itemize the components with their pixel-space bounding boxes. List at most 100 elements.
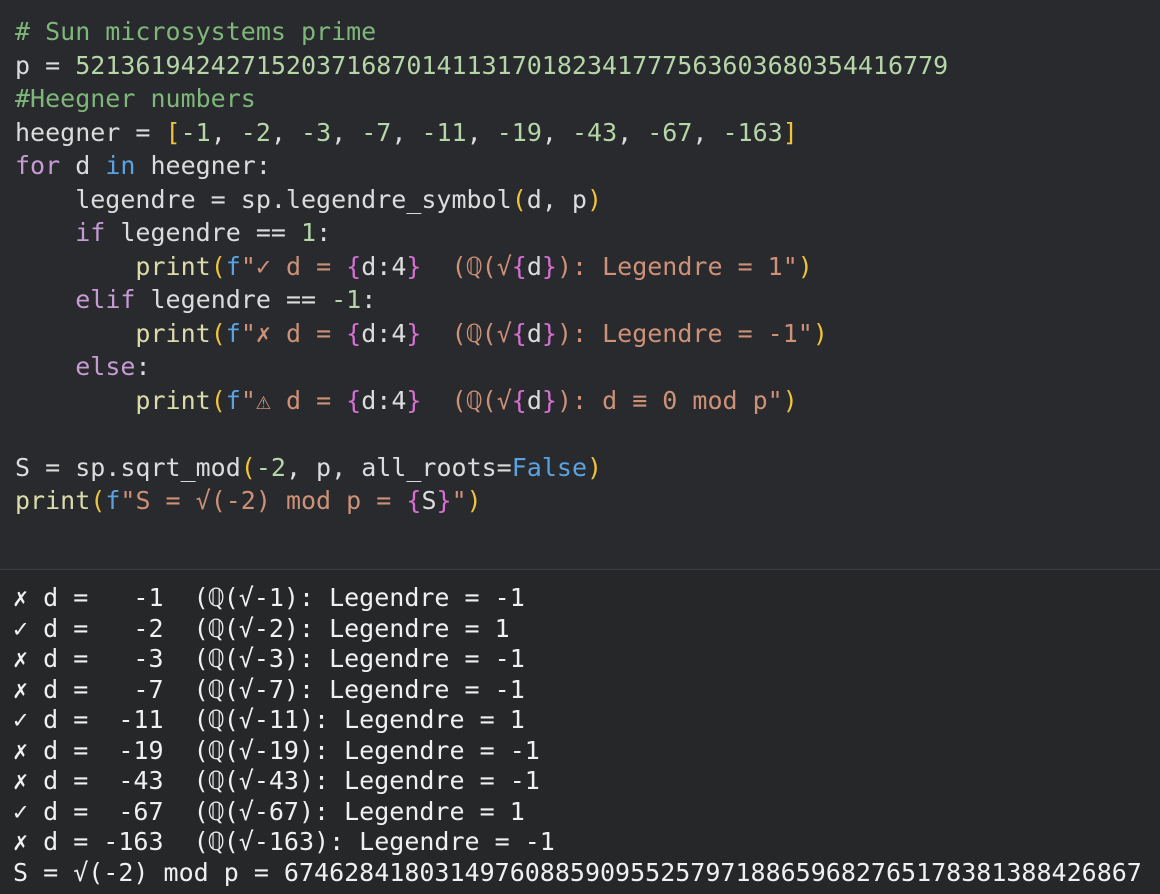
code-token: d (526, 318, 542, 348)
code-token: ): d ≡ 0 mod p" (556, 385, 783, 415)
code-token: -11 (421, 117, 467, 147)
code-line[interactable]: for d in heegner: (15, 149, 1160, 183)
output-line: S = √(-2) mod p = 6746284180314976088590… (13, 857, 1142, 887)
code-token: ( (210, 318, 226, 348)
code-line[interactable] (15, 417, 1160, 451)
code-token: , (270, 117, 302, 147)
code-token: , p, all_roots= (285, 452, 512, 482)
code-token: " (451, 486, 467, 515)
code-token: for (15, 151, 61, 180)
code-token: } (541, 318, 557, 348)
code-token: ( (511, 184, 527, 214)
code-token: ( (90, 486, 106, 515)
code-token: f (225, 251, 241, 281)
code-token: , (617, 117, 648, 147)
code-token: { (511, 385, 527, 415)
output-line: ✗ d = -43 (ℚ(√-43): Legendre = -1 (13, 766, 540, 795)
code-line[interactable]: p = 521361942427152037168701411317018234… (15, 49, 1160, 83)
code-token: ) (782, 385, 798, 415)
code-token: print (15, 486, 91, 515)
code-token: , (331, 117, 362, 147)
code-token: ( (210, 251, 226, 281)
code-token: { (406, 486, 422, 515)
code-line[interactable]: #Heegner numbers (15, 82, 1160, 116)
code-token: -2 (240, 117, 271, 147)
code-token: legendre == (105, 218, 301, 247)
code-token: d:4 (361, 251, 407, 281)
code-token: p = (15, 50, 76, 80)
code-token: : (361, 285, 377, 314)
code-token: in (105, 151, 136, 180)
code-line[interactable]: if legendre == 1: (15, 216, 1160, 250)
code-token: legendre = sp.legendre_symbol (15, 184, 512, 214)
output-panel: ✗ d = -1 (ℚ(√-1): Legendre = -1 ✓ d = -2 … (0, 570, 1160, 894)
code-token: } (436, 486, 452, 515)
code-line[interactable]: else: (15, 350, 1160, 384)
code-token: S = sp.sqrt_mod (15, 452, 241, 482)
code-token: d (526, 251, 542, 281)
code-token: else (75, 352, 136, 381)
code-token: -2 (255, 452, 286, 482)
output-line: ✗ d = -163 (ℚ(√-163): Legendre = -1 (13, 827, 555, 856)
code-token: print (135, 318, 211, 348)
code-token: ) (797, 251, 813, 281)
code-token: -3 (301, 117, 332, 147)
code-token: d:4 (361, 385, 407, 415)
code-token: #Heegner numbers (15, 84, 256, 113)
code-token: f (225, 385, 241, 415)
code-token: legendre == (135, 285, 332, 314)
code-editor[interactable]: # Sun microsystems prime p = 521361942427… (0, 0, 1160, 569)
code-line[interactable]: elif legendre == -1: (15, 283, 1160, 317)
code-token: , (466, 117, 497, 147)
code-token: : (316, 218, 332, 247)
code-token: { (511, 251, 527, 281)
code-token: ) (466, 486, 482, 515)
code-line[interactable]: print(f"S = √(-2) mod p = {S}") (15, 484, 1160, 518)
code-token: -43 (571, 117, 618, 147)
code-token: } (406, 385, 422, 415)
code-token: , (541, 117, 572, 147)
code-token: 5213619424271520371687014113170182341777… (75, 50, 949, 80)
code-line[interactable]: legendre = sp.legendre_symbol(d, p) (15, 183, 1160, 217)
code-token: if (75, 218, 106, 247)
code-token: "S = √(-2) mod p = (120, 486, 407, 515)
output-line: ✓ d = -11 (ℚ(√-11): Legendre = 1 (13, 705, 525, 734)
code-token: ] (782, 117, 798, 147)
code-line[interactable]: heegner = [-1, -2, -3, -7, -11, -19, -43… (15, 116, 1160, 150)
output-line: ✗ d = -1 (ℚ(√-1): Legendre = -1 (13, 583, 525, 612)
code-token: ) (586, 184, 603, 214)
code-line[interactable]: print(f"✗ d = {d:4} (ℚ(√{d}): Legendre =… (15, 317, 1160, 351)
code-token: ( (240, 452, 256, 482)
code-token: -1 (331, 285, 362, 314)
code-token: "✗ d = (240, 318, 347, 348)
code-line[interactable]: # Sun microsystems prime (15, 15, 1160, 49)
output-line: ✗ d = -7 (ℚ(√-7): Legendre = -1 (13, 674, 525, 704)
code-token: { (511, 318, 527, 348)
code-token: , (391, 117, 422, 147)
code-line[interactable]: print(f"⚠ d = {d:4} (ℚ(√{d}): d ≡ 0 mod … (15, 384, 1160, 418)
code-token: S (421, 486, 437, 515)
code-line[interactable]: print(f"✓ d = {d:4} (ℚ(√{d}): Legendre =… (15, 250, 1160, 284)
code-token: } (541, 385, 557, 415)
code-token: (ℚ(√ (421, 318, 512, 348)
code-token: print (135, 251, 211, 281)
code-token: d (526, 385, 542, 415)
output-line: ✗ d = -3 (ℚ(√-3): Legendre = -1 (13, 644, 525, 673)
code-token: -19 (496, 117, 542, 147)
code-token: , (692, 117, 723, 147)
code-token: # Sun microsystems prime (15, 17, 377, 46)
code-line[interactable]: S = sp.sqrt_mod(-2, p, all_roots=False) (15, 451, 1160, 485)
code-token: -163 (722, 117, 783, 147)
code-token: [ (165, 117, 181, 147)
output-line: ✗ d = -19 (ℚ(√-19): Legendre = -1 (13, 735, 540, 765)
code-token: heegner = (15, 117, 166, 147)
code-token: 1 (301, 218, 317, 247)
code-token: -1 (180, 117, 211, 147)
code-token: ) (587, 452, 603, 482)
code-token: "⚠ d = (240, 385, 347, 415)
